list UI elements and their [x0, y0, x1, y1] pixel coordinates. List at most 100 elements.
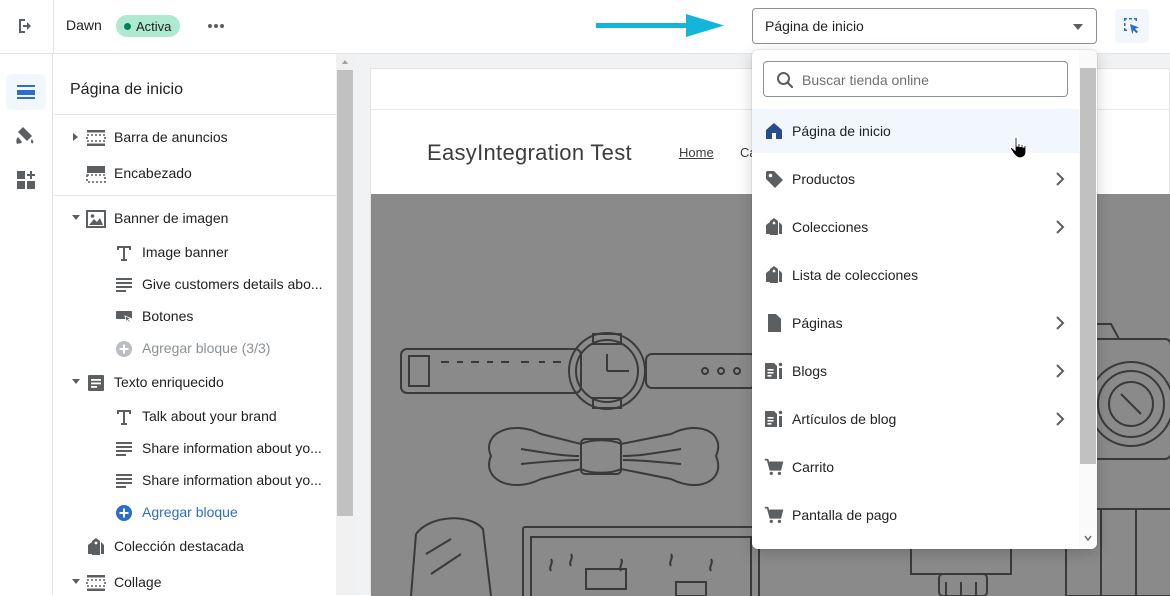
nav-link-home[interactable]: Home — [679, 145, 714, 160]
button-icon — [116, 311, 133, 325]
chevron-right-icon — [1056, 364, 1065, 378]
block-label: Image banner — [142, 244, 229, 260]
home-icon — [766, 123, 782, 139]
paragraph-icon — [116, 442, 132, 456]
chevron-right-icon[interactable] — [70, 131, 80, 143]
rail-sections-button[interactable] — [6, 74, 46, 110]
more-actions-button[interactable] — [204, 14, 228, 38]
section-label: Texto enriquecido — [114, 374, 224, 390]
image-icon — [86, 210, 106, 228]
status-badge: Activa — [116, 15, 181, 37]
section-label: Banner de imagen — [114, 210, 229, 226]
text-icon — [117, 246, 131, 261]
rail-theme-settings-button[interactable] — [6, 118, 46, 154]
theme-name: Dawn — [66, 17, 102, 33]
paragraph-icon — [116, 278, 132, 292]
dropdown-item-label: Artículos de blog — [792, 411, 897, 427]
top-bar: Dawn Activa Página de inicio — [0, 0, 1170, 54]
section-rich-text[interactable]: Texto enriquecido — [54, 366, 336, 398]
page-selector[interactable]: Página de inicio — [752, 8, 1097, 44]
block-text[interactable]: Share information about yo... — [54, 464, 336, 496]
dropdown-scrollbar[interactable] — [1079, 50, 1097, 549]
add-circle-icon — [116, 505, 132, 521]
hand-pointer-cursor-icon — [1008, 136, 1030, 165]
block-label: Talk about your brand — [142, 408, 277, 424]
callout-arrow — [596, 12, 726, 47]
chevron-down-icon[interactable] — [70, 576, 82, 586]
blog-icon — [765, 362, 783, 379]
section-collage[interactable]: Collage — [54, 566, 336, 595]
inspector-toggle-button[interactable] — [1115, 9, 1149, 43]
text-icon — [117, 410, 131, 425]
dropdown-item-label: Carrito — [792, 459, 835, 475]
section-header[interactable]: Encabezado — [54, 157, 336, 189]
section-image-banner[interactable]: Banner de imagen — [54, 202, 336, 234]
scroll-down-icon[interactable] — [1084, 534, 1092, 542]
dropdown-item-label: Página de inicio — [792, 123, 891, 139]
exit-button[interactable] — [14, 14, 38, 38]
section-label: Colección destacada — [114, 538, 244, 554]
rich-text-icon — [88, 375, 104, 391]
scroll-up-icon[interactable] — [341, 59, 349, 65]
section-label: Barra de anuncios — [114, 129, 228, 145]
sections-icon — [17, 85, 35, 99]
chevron-down-icon[interactable] — [70, 376, 82, 386]
section-label: Collage — [114, 574, 162, 590]
chevron-right-icon — [1056, 316, 1065, 330]
tag-icon — [766, 171, 783, 188]
page-selector-dropdown: Página de inicio Productos Colecciones L… — [752, 50, 1097, 549]
dropdown-item-label: Blogs — [792, 363, 828, 379]
rail-apps-button[interactable] — [6, 162, 46, 198]
dropdown-item-collections[interactable]: Colecciones — [752, 205, 1079, 249]
section-announcement-bar[interactable]: Barra de anuncios — [54, 121, 336, 153]
dropdown-search-input[interactable] — [802, 70, 1052, 90]
add-block-disabled: Agregar bloque (3/3) — [54, 332, 336, 364]
sidebar-scrollbar[interactable] — [336, 54, 354, 595]
dropdown-item-pages[interactable]: Páginas — [752, 301, 1079, 345]
dropdown-item-label: Productos — [792, 171, 856, 187]
chevron-right-icon — [1056, 172, 1065, 186]
section-icon — [86, 575, 106, 591]
dropdown-item-cart[interactable]: Carrito — [752, 445, 1079, 489]
collection-icon — [88, 538, 104, 555]
divider — [54, 114, 336, 115]
store-name[interactable]: EasyIntegration Test — [427, 140, 632, 166]
block-heading[interactable]: Talk about your brand — [54, 400, 336, 432]
cart-icon — [764, 506, 784, 523]
section-featured-collection[interactable]: Colección destacada — [54, 530, 336, 562]
block-text[interactable]: Give customers details abo... — [54, 268, 336, 300]
add-block-label: Agregar bloque — [142, 504, 238, 520]
chevron-right-icon — [1056, 412, 1065, 426]
exit-icon — [19, 19, 31, 33]
block-image-banner[interactable]: Image banner — [54, 236, 336, 268]
nav-rail — [0, 54, 53, 595]
dropdown-item-checkout[interactable]: Pantalla de pago — [752, 493, 1079, 537]
page-selector-value: Página de inicio — [765, 18, 864, 34]
paragraph-icon — [116, 474, 132, 488]
topbar-divider — [53, 0, 54, 54]
dropdown-item-label: Lista de colecciones — [792, 267, 919, 283]
chevron-down-icon[interactable] — [70, 212, 82, 222]
select-cursor-icon — [1124, 18, 1139, 35]
block-label: Share information about yo... — [142, 440, 322, 456]
block-buttons[interactable]: Botones — [54, 300, 336, 332]
arrow-right-icon — [596, 14, 724, 37]
more-horizontal-icon — [208, 24, 224, 28]
section-icon — [86, 130, 106, 146]
dropdown-item-blog-posts[interactable]: Artículos de blog — [752, 397, 1079, 441]
block-label: Botones — [142, 308, 194, 324]
collection-icon — [766, 218, 782, 235]
scrollbar-thumb[interactable] — [1080, 68, 1096, 464]
dropdown-item-blogs[interactable]: Blogs — [752, 349, 1079, 393]
status-dot-icon — [124, 22, 131, 30]
scrollbar-thumb[interactable] — [337, 70, 353, 516]
header-icon — [86, 166, 106, 183]
sidebar-title: Página de inicio — [70, 81, 183, 98]
sections-sidebar: Página de inicio Barra de anuncios Encab… — [54, 54, 336, 595]
add-block-label: Agregar bloque (3/3) — [142, 340, 271, 356]
add-block-button[interactable]: Agregar bloque — [54, 496, 336, 528]
dropdown-item-collections-list[interactable]: Lista de colecciones — [752, 253, 1079, 297]
dropdown-search-box[interactable] — [763, 61, 1068, 97]
block-text[interactable]: Share information about yo... — [54, 432, 336, 464]
dropdown-item-label: Páginas — [792, 315, 843, 331]
